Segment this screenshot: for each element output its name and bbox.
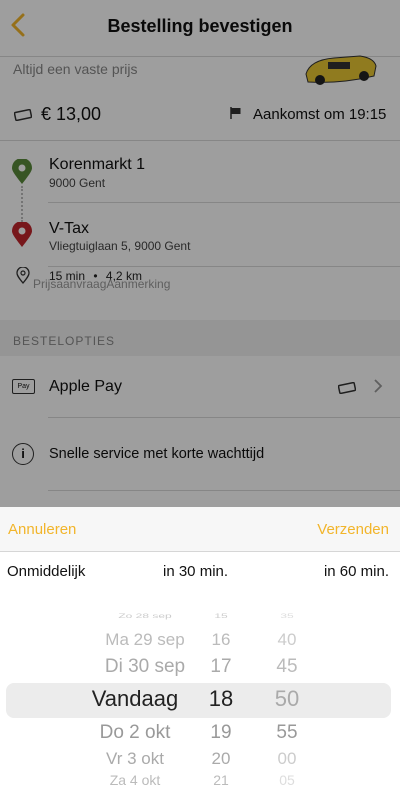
hour-option[interactable]: 15 [200,613,242,620]
day-option-selected[interactable]: Vandaag [70,686,200,712]
day-option[interactable]: Do 2 okt [70,722,200,744]
minute-option-selected[interactable]: 50 [266,686,308,712]
quick-option-now[interactable]: Onmiddelijk [7,563,85,580]
minute-option[interactable]: 00 [266,749,308,769]
schedule-picker-sheet: Annuleren Verzenden Onmiddelijk in 30 mi… [0,507,400,795]
cancel-button[interactable]: Annuleren [8,521,76,538]
minute-option[interactable]: 40 [266,630,308,650]
dim-overlay[interactable] [0,0,400,507]
minute-option[interactable]: 55 [266,722,308,744]
minute-option[interactable]: 35 [266,613,308,620]
quick-option-30-min[interactable]: in 30 min. [163,563,228,580]
quick-time-options: Onmiddelijk in 30 min. in 60 min. [0,551,400,590]
hour-option[interactable]: 16 [200,630,242,650]
hour-option-selected[interactable]: 18 [200,686,242,712]
hour-option[interactable]: 20 [200,749,242,769]
day-option[interactable]: Vr 3 okt [70,749,200,769]
minute-option[interactable]: 05 [266,772,308,788]
day-option[interactable]: Za 4 okt [70,772,200,788]
hour-option[interactable]: 21 [200,772,242,788]
minute-option[interactable]: 45 [266,656,308,678]
quick-option-60-min[interactable]: in 60 min. [324,563,389,580]
day-option[interactable]: Zo 28 sep [80,613,210,620]
date-time-wheel-picker[interactable]: Zo 28 sep Ma 29 sep Di 30 sep Vandaag Do… [0,589,400,795]
day-option[interactable]: Ma 29 sep [80,630,210,650]
hour-option[interactable]: 17 [200,656,242,678]
picker-toolbar: Annuleren Verzenden [0,507,400,551]
day-option[interactable]: Di 30 sep [80,656,210,678]
hour-option[interactable]: 19 [200,722,242,744]
submit-button[interactable]: Verzenden [317,521,389,538]
